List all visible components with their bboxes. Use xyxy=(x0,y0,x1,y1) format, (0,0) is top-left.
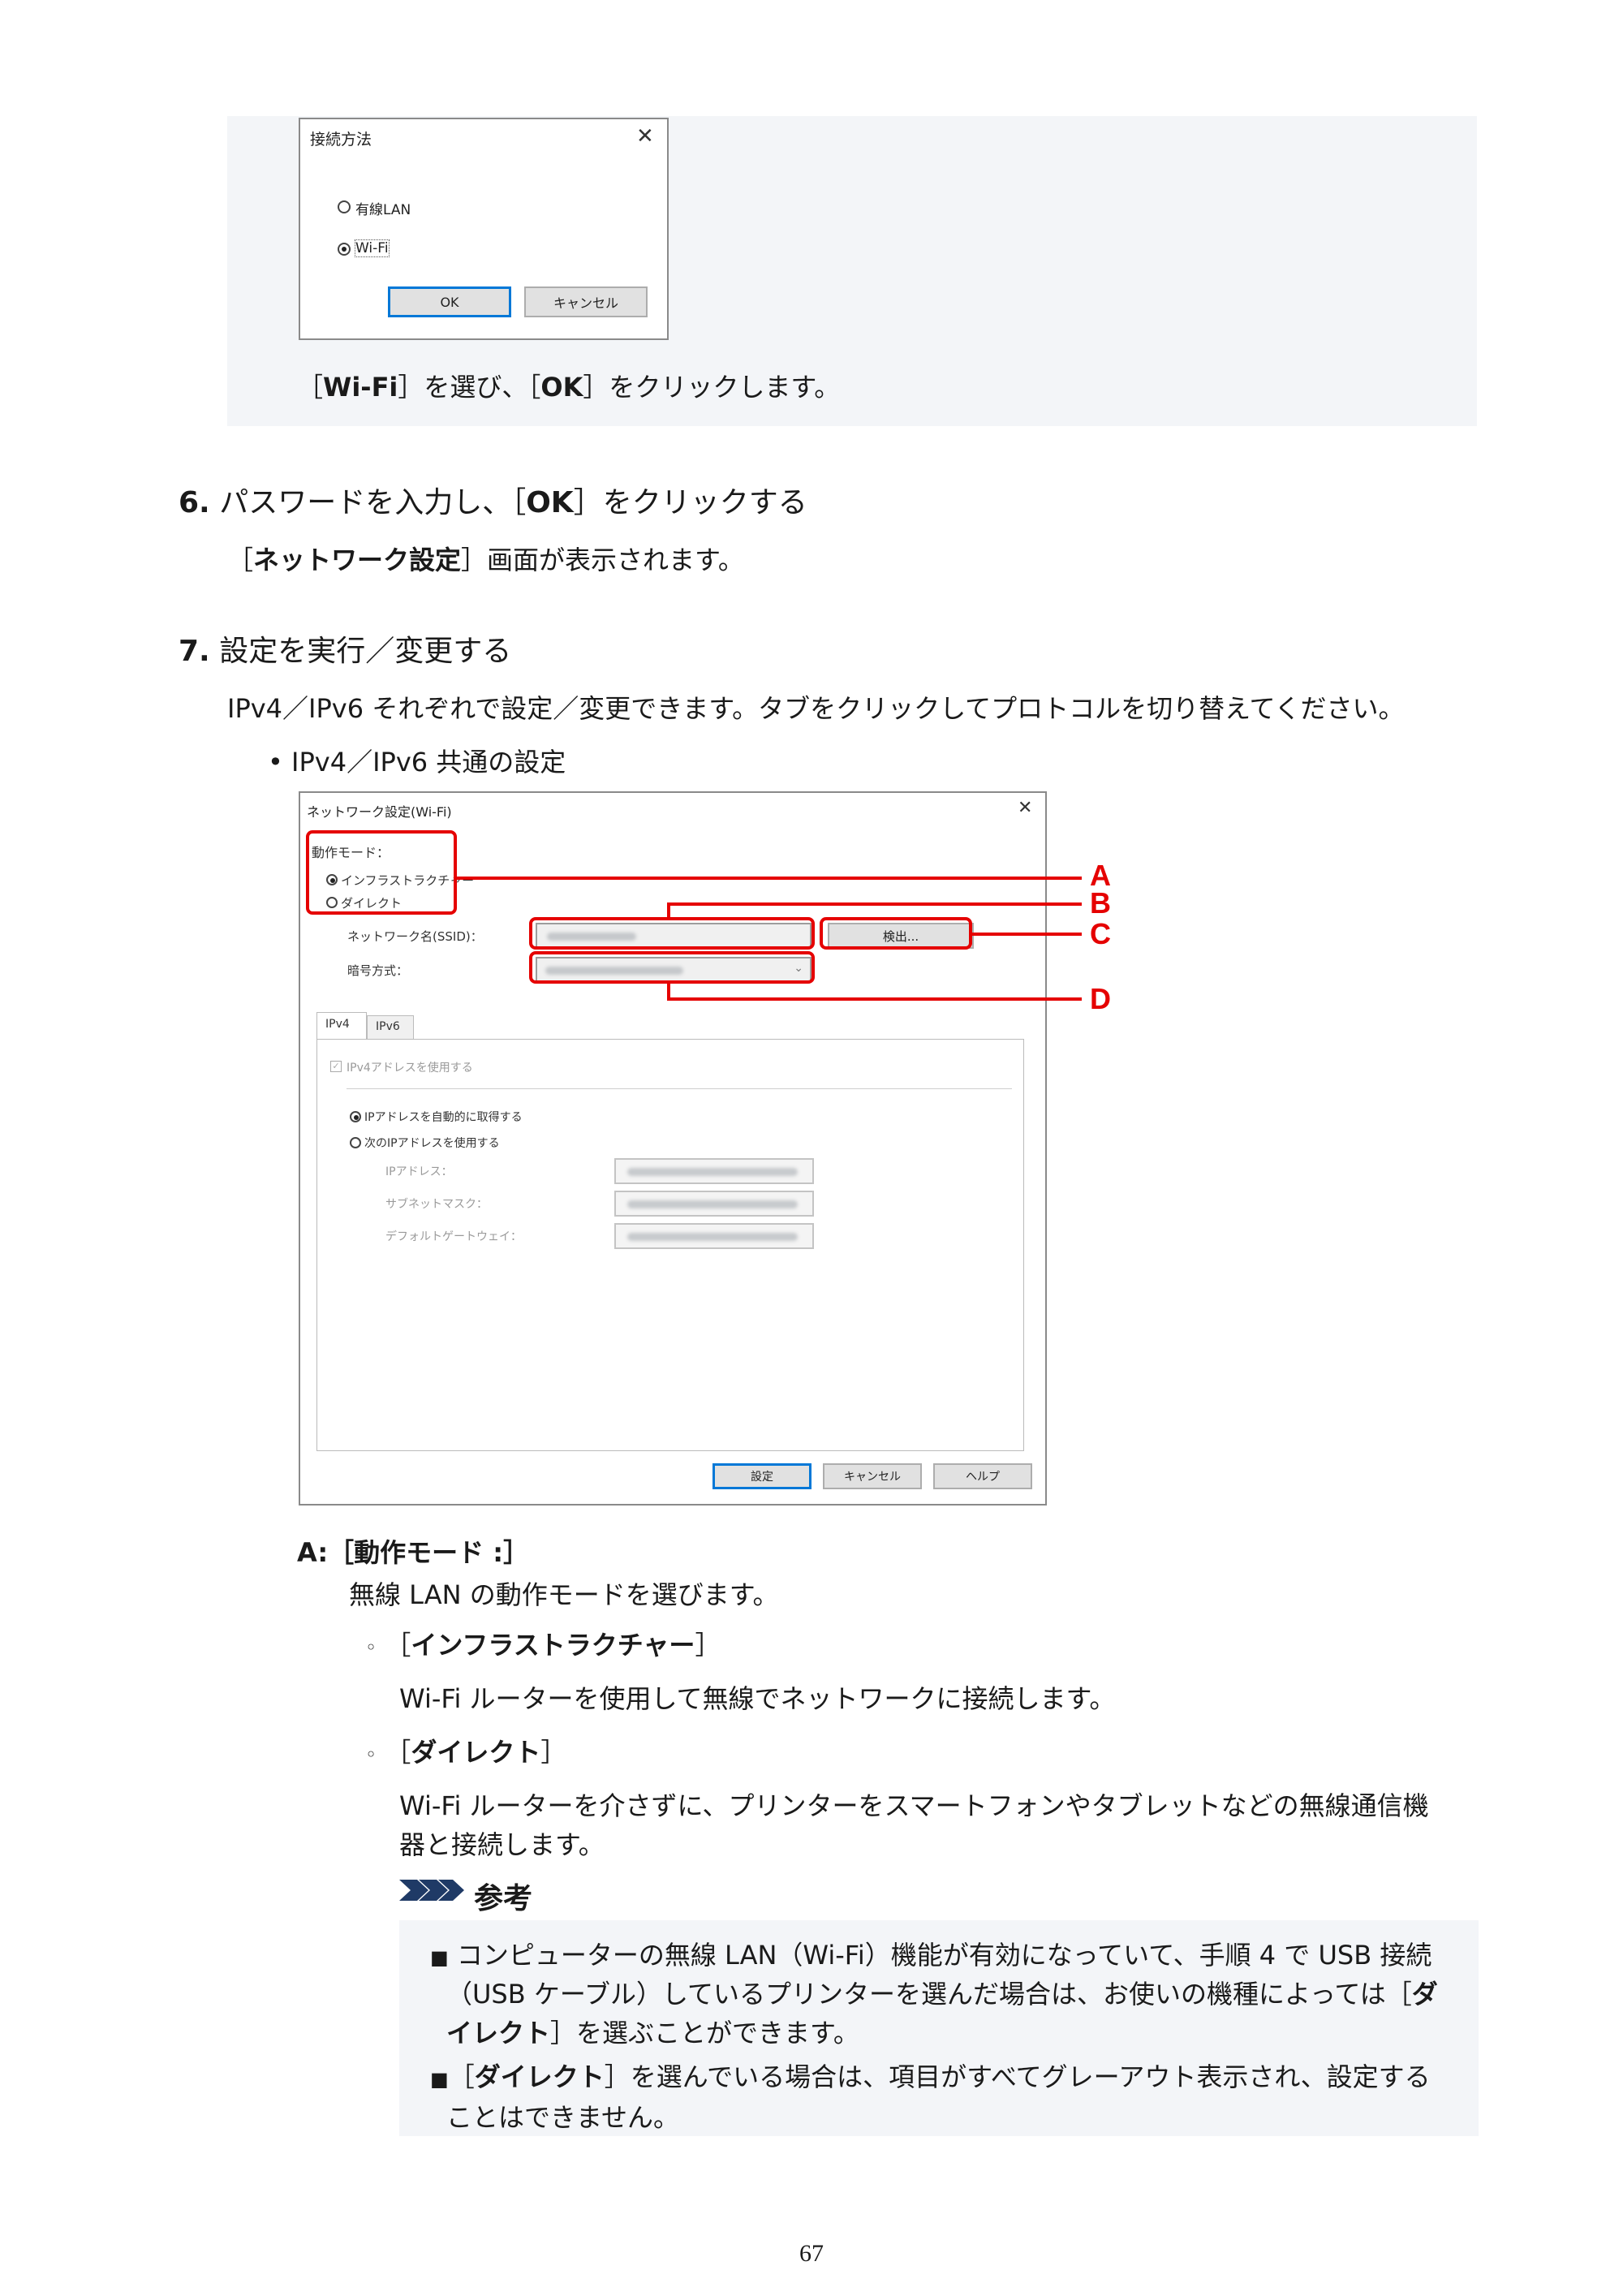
gateway-value-blurred xyxy=(627,1233,798,1241)
callout-b: B xyxy=(1090,886,1111,920)
tab-ipv6[interactable]: IPv6 xyxy=(367,1015,414,1040)
leader-line-b xyxy=(667,902,1082,906)
note-item-2-line2: ことはできません。 xyxy=(446,2102,680,2133)
close-icon[interactable]: ✕ xyxy=(636,126,654,147)
ssid-label: ネットワーク名(SSID)： xyxy=(347,929,483,944)
radio-wired-lan[interactable] xyxy=(338,200,351,213)
note-item-1-line2: （USB ケーブル）しているプリンターを選んだ場合は、お使いの機種によっては［ダ xyxy=(446,1979,1438,2010)
subnet-mask-label: サブネットマスク： xyxy=(385,1198,488,1211)
caption-select-wifi: ［Wi-Fi］を選び、［OK］をクリックします。 xyxy=(297,372,841,403)
option-direct-description-line1: Wi-Fi ルーターを介さずに、プリンターをスマートフォンやタブレットなどの無線… xyxy=(399,1790,1429,1821)
default-gateway-input[interactable] xyxy=(614,1223,814,1249)
close-icon[interactable]: ✕ xyxy=(1018,799,1032,817)
highlight-ssid xyxy=(529,917,815,950)
bullet-icon: • xyxy=(268,747,283,778)
note-item-1-line1: ■ コンピューターの無線 LAN（Wi-Fi）機能が有効になっていて、手順 4 … xyxy=(430,1940,1432,1971)
step-7-heading: 7. 設定を実行／変更する xyxy=(179,635,512,668)
dialog-title: ネットワーク設定(Wi-Fi) xyxy=(307,804,452,820)
subnet-mask-input[interactable] xyxy=(614,1191,814,1217)
tab-label-ipv6: IPv6 xyxy=(376,1020,400,1033)
use-ipv4-label: IPv4アドレスを使用する xyxy=(347,1062,473,1075)
radio-manual-ip[interactable] xyxy=(350,1137,361,1148)
connection-method-dialog: 接続方法 ✕ 有線LAN Wi-Fi OK キャンセル xyxy=(299,118,669,340)
bullet-common-settings: • IPv4／IPv6 共通の設定 xyxy=(268,747,566,778)
section-a-description: 無線 LAN の動作モードを選びます。 xyxy=(349,1579,779,1610)
radio-label-manual-ip: 次のIPアドレスを使用する xyxy=(364,1137,500,1150)
tab-panel: ✓ IPv4アドレスを使用する IPアドレスを自動的に取得する 次のIPアドレス… xyxy=(316,1039,1024,1451)
highlight-operation-mode xyxy=(306,830,457,915)
help-button[interactable]: ヘルプ xyxy=(933,1463,1032,1489)
ip-value-blurred xyxy=(627,1168,798,1176)
step-6-heading: 6. パスワードを入力し、［OK］をクリックする xyxy=(179,486,807,519)
callout-c: C xyxy=(1090,917,1111,950)
radio-auto-ip[interactable] xyxy=(350,1111,361,1122)
use-ipv4-checkbox[interactable]: ✓ xyxy=(330,1061,342,1072)
ip-address-input[interactable] xyxy=(614,1158,814,1184)
leader-line-c xyxy=(972,933,1082,936)
note-item-2-line1: ■［ダイレクト］を選んでいる場合は、項目がすべてグレーアウト表示され、設定する xyxy=(430,2061,1431,2092)
option-direct-description-line2: 器と接続します。 xyxy=(399,1829,605,1860)
leader-line-d xyxy=(667,997,1082,1001)
highlight-encryption xyxy=(529,951,815,984)
square-bullet-icon: ■ xyxy=(430,2068,449,2091)
circle-bullet-icon: ◦ xyxy=(365,1636,377,1659)
circle-bullet-icon: ◦ xyxy=(365,1743,377,1766)
option-direct-heading: ◦ ［ダイレクト］ xyxy=(365,1737,567,1768)
option-infrastructure-heading: ◦ ［インフラストラクチャー］ xyxy=(365,1630,721,1661)
section-a-heading: A:［動作モード :］ xyxy=(297,1537,530,1568)
note-title: 参考 xyxy=(474,1882,533,1915)
divider xyxy=(347,1088,1012,1089)
set-button[interactable]: 設定 xyxy=(712,1463,812,1489)
radio-label-auto-ip: IPアドレスを自動的に取得する xyxy=(364,1111,523,1124)
note-item-1-line3: イレクト］を選ぶことができます。 xyxy=(446,2018,859,2048)
option-infrastructure-description: Wi-Fi ルーターを使用して無線でネットワークに接続します。 xyxy=(399,1683,1116,1714)
radio-label-wifi: Wi-Fi xyxy=(355,239,390,257)
leader-line-a xyxy=(457,877,1082,880)
page-number: 67 xyxy=(799,2240,824,2267)
radio-label-wired-lan: 有線LAN xyxy=(355,202,411,218)
cancel-button[interactable]: キャンセル xyxy=(823,1463,922,1489)
cancel-button[interactable]: キャンセル xyxy=(524,286,648,317)
square-bullet-icon: ■ xyxy=(430,1946,449,1969)
tab-ipv4[interactable]: IPv4 xyxy=(316,1012,367,1040)
step-6-description: ［ネットワーク設定］画面が表示されます。 xyxy=(227,545,744,575)
chevron-arrows-icon xyxy=(399,1880,464,1901)
default-gateway-label: デフォルトゲートウェイ： xyxy=(385,1230,522,1243)
encryption-label: 暗号方式： xyxy=(347,963,409,978)
highlight-detect-button xyxy=(820,917,972,950)
mask-value-blurred xyxy=(627,1200,798,1208)
callout-d: D xyxy=(1090,982,1111,1015)
ip-address-label: IPアドレス： xyxy=(385,1165,453,1178)
radio-wifi[interactable] xyxy=(338,243,351,256)
ok-button[interactable]: OK xyxy=(388,286,511,317)
dialog-title: 接続方法 xyxy=(310,131,372,149)
tab-label-ipv4: IPv4 xyxy=(325,1018,350,1031)
step-7-description: IPv4／IPv6 それぞれで設定／変更できます。タブをクリックしてプロトコルを… xyxy=(227,693,1405,724)
